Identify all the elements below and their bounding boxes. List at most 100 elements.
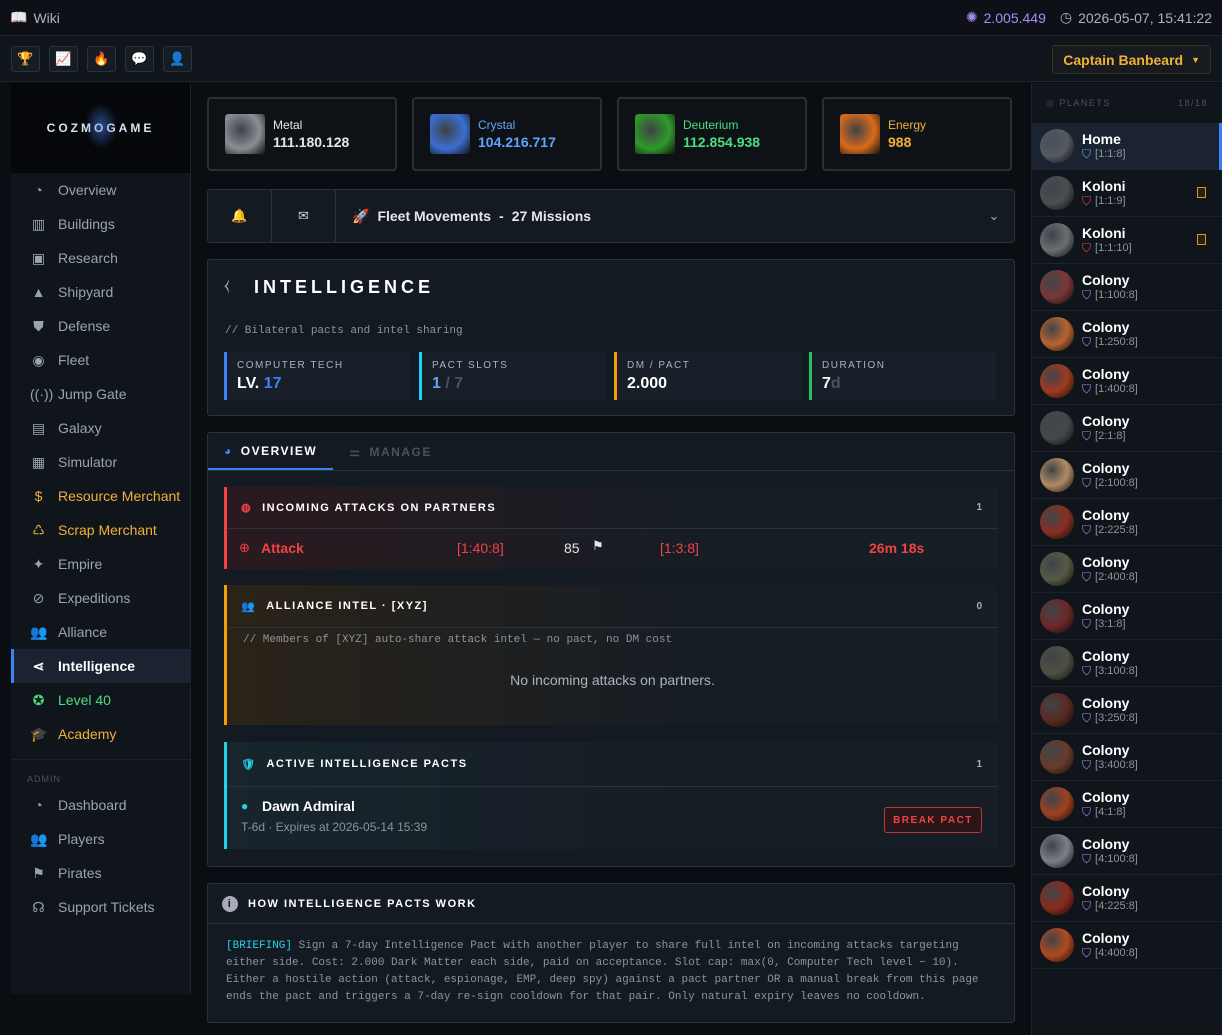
break-pact-button[interactable]: BREAK PACT bbox=[884, 807, 982, 833]
bell-icon[interactable]: 🔔 bbox=[208, 190, 272, 242]
resource-deuterium[interactable]: Deuterium 112.854.938 bbox=[617, 97, 807, 171]
award-icon: ✪ bbox=[32, 691, 45, 708]
sidebar-item-buildings[interactable]: ▥ Buildings bbox=[11, 207, 190, 241]
attack-row[interactable]: ⊕ Attack [1:40:8] 85 ⚑ [1:3:8] 26m 18s bbox=[227, 529, 998, 567]
user-icon: ● bbox=[241, 799, 249, 813]
chip-icon: ▣ bbox=[31, 249, 46, 266]
sidebar-item-overview[interactable]: ◔ Overview bbox=[11, 173, 190, 207]
shield-icon: ⛉ bbox=[1082, 757, 1092, 772]
sidebar-item-label: Scrap Merchant bbox=[58, 522, 157, 538]
resource-crystal[interactable]: Crystal 104.216.717 bbox=[412, 97, 602, 171]
planet-name: Colony bbox=[1082, 412, 1130, 429]
user-name: Captain Banbeard bbox=[1063, 51, 1184, 68]
dashboard-icon: ◔ bbox=[34, 182, 43, 198]
stat-card: PACT SLOTS 1 / 7 bbox=[419, 352, 606, 400]
sidebar-item-jump-gate[interactable]: ((·)) Jump Gate bbox=[11, 377, 190, 411]
planet-item[interactable]: Colony ⛉ [4:1:8] bbox=[1032, 781, 1222, 828]
wiki-link[interactable]: 📖 Wiki bbox=[10, 9, 60, 26]
sidebar-item-dashboard[interactable]: ◔ Dashboard bbox=[11, 788, 190, 822]
planet-item[interactable]: Colony ⛉ [4:100:8] bbox=[1032, 828, 1222, 875]
planet-item[interactable]: Colony ⛉ [4:225:8] bbox=[1032, 875, 1222, 922]
sidebar-item-scrap-merchant[interactable]: ♺ Scrap Merchant bbox=[11, 513, 190, 547]
resource-name: Deuterium bbox=[683, 118, 739, 132]
sidebar-item-academy[interactable]: 🎓 Academy bbox=[11, 717, 190, 751]
fleet-movements-bar[interactable]: 🔔 ✉ 🚀 Fleet Movements -27 Missions ⌄ bbox=[207, 189, 1015, 243]
planet-item[interactable]: Koloni ⛉ [1:1:10] bbox=[1032, 217, 1222, 264]
sidebar-item-resource-merchant[interactable]: $ Resource Merchant bbox=[11, 479, 190, 513]
planet-item[interactable]: Colony ⛉ [2:1:8] bbox=[1032, 405, 1222, 452]
planet-coords: [1:100:8] bbox=[1095, 289, 1138, 301]
planet-item[interactable]: Colony ⛉ [3:100:8] bbox=[1032, 640, 1222, 687]
planet-item[interactable]: Colony ⛉ [2:400:8] bbox=[1032, 546, 1222, 593]
logo[interactable]: COZMOGAME bbox=[11, 83, 190, 173]
tab-overview[interactable]: ◕ OVERVIEW bbox=[208, 433, 334, 470]
planet-item[interactable]: Colony ⛉ [4:400:8] bbox=[1032, 922, 1222, 969]
planet-item[interactable]: Colony ⛉ [2:100:8] bbox=[1032, 452, 1222, 499]
resource-value: 112.854.938 bbox=[683, 134, 761, 150]
fleet-count: 27 Missions bbox=[511, 208, 592, 224]
planet-name: Colony bbox=[1082, 318, 1130, 335]
shield-icon: ⛉ bbox=[1082, 334, 1092, 349]
sidebar-item-research[interactable]: ▣ Research bbox=[11, 241, 190, 275]
planet-item[interactable]: Colony ⛉ [1:400:8] bbox=[1032, 358, 1222, 405]
dark-matter: ✺ 2.005.449 bbox=[966, 9, 1046, 26]
pact-partner-name[interactable]: Dawn Admiral bbox=[262, 798, 355, 814]
planet-icon bbox=[1040, 740, 1074, 774]
sidebar-item-empire[interactable]: ✦ Empire bbox=[11, 547, 190, 581]
planet-icon bbox=[1040, 693, 1074, 727]
attack-origin[interactable]: [1:40:8] bbox=[457, 540, 504, 556]
stat-value: 17 bbox=[263, 375, 282, 392]
trophy-icon[interactable]: 🏆 bbox=[11, 46, 40, 72]
attack-target[interactable]: [1:3:8] bbox=[660, 540, 699, 556]
sidebar-item-defense[interactable]: ⛊ Defense bbox=[11, 309, 190, 343]
add-user-icon[interactable]: 👤 bbox=[163, 46, 192, 72]
planet-item[interactable]: Colony ⛉ [2:225:8] bbox=[1032, 499, 1222, 546]
admin-section-label: ADMIN bbox=[27, 774, 61, 784]
chart-icon[interactable]: 📈 bbox=[49, 46, 78, 72]
planet-item[interactable]: Colony ⛉ [3:1:8] bbox=[1032, 593, 1222, 640]
planet-coords: [2:400:8] bbox=[1095, 571, 1138, 583]
attack-eta: 26m 18s bbox=[869, 540, 925, 556]
sidebar-item-galaxy[interactable]: ▤ Galaxy bbox=[11, 411, 190, 445]
sidebar-item-support-tickets[interactable]: ☊ Support Tickets bbox=[11, 890, 190, 924]
planet-icon bbox=[1040, 787, 1074, 821]
sidebar-item-pirates[interactable]: ⚑ Pirates bbox=[11, 856, 190, 890]
sidebar-item-simulator[interactable]: ▦ Simulator bbox=[11, 445, 190, 479]
sidebar-item-shipyard[interactable]: ▲ Shipyard bbox=[11, 275, 190, 309]
sparkle-icon: ✦ bbox=[32, 555, 45, 572]
panel-title: ACTIVE INTELLIGENCE PACTS bbox=[266, 758, 468, 770]
planet-item[interactable]: Colony ⛉ [1:100:8] bbox=[1032, 264, 1222, 311]
user-menu-button[interactable]: Captain Banbeard ▼ bbox=[1052, 45, 1211, 74]
planet-item[interactable]: Colony ⛉ [3:250:8] bbox=[1032, 687, 1222, 734]
planet-coords: [3:400:8] bbox=[1095, 759, 1138, 771]
resource-energy[interactable]: Energy 988 bbox=[822, 97, 1012, 171]
sidebar-item-label: Defense bbox=[58, 318, 111, 334]
pact-row: ● Dawn Admiral T-6d · Expires at 2026-05… bbox=[227, 786, 998, 846]
sidebar-item-label: Empire bbox=[58, 556, 103, 572]
planet-item[interactable]: Colony ⛉ [1:250:8] bbox=[1032, 311, 1222, 358]
tab-manage-label: MANAGE bbox=[369, 444, 432, 459]
tab-manage[interactable]: ⚌ MANAGE bbox=[333, 433, 448, 470]
mail-icon[interactable]: ✉ bbox=[272, 190, 336, 242]
sidebar-item-level-40[interactable]: ✪ Level 40 bbox=[11, 683, 190, 717]
flame-icon[interactable]: 🔥 bbox=[87, 46, 116, 72]
planet-item[interactable]: Home ⛉ [1:1:8] bbox=[1032, 123, 1222, 170]
planet-coords: [1:1:10] bbox=[1095, 242, 1132, 254]
panel-count: 0 bbox=[976, 600, 982, 612]
planet-icon bbox=[1040, 129, 1074, 163]
briefing-text: [BRIEFING] Sign a 7-day Intelligence Pac… bbox=[208, 924, 1014, 1020]
resource-metal[interactable]: Metal 111.180.128 bbox=[207, 97, 397, 171]
sidebar-item-alliance[interactable]: 👥 Alliance bbox=[11, 615, 190, 649]
chevron-down-icon[interactable]: ⌄ bbox=[974, 208, 1014, 224]
sidebar-item-players[interactable]: 👥 Players bbox=[11, 822, 190, 856]
sidebar-item-fleet[interactable]: ◉ Fleet bbox=[11, 343, 190, 377]
planet-item[interactable]: Koloni ⛉ [1:1:9] bbox=[1032, 170, 1222, 217]
panel-title: HOW INTELLIGENCE PACTS WORK bbox=[248, 897, 477, 910]
chat-icon[interactable]: 💬 bbox=[125, 46, 154, 72]
compass-icon: ⊘ bbox=[32, 589, 45, 606]
sidebar-item-intelligence[interactable]: ⋖ Intelligence bbox=[11, 649, 190, 683]
planet-item[interactable]: Colony ⛉ [3:400:8] bbox=[1032, 734, 1222, 781]
building-flag-icon bbox=[1197, 234, 1206, 245]
planet-name: Colony bbox=[1082, 741, 1130, 758]
sidebar-item-expeditions[interactable]: ⊘ Expeditions bbox=[11, 581, 190, 615]
